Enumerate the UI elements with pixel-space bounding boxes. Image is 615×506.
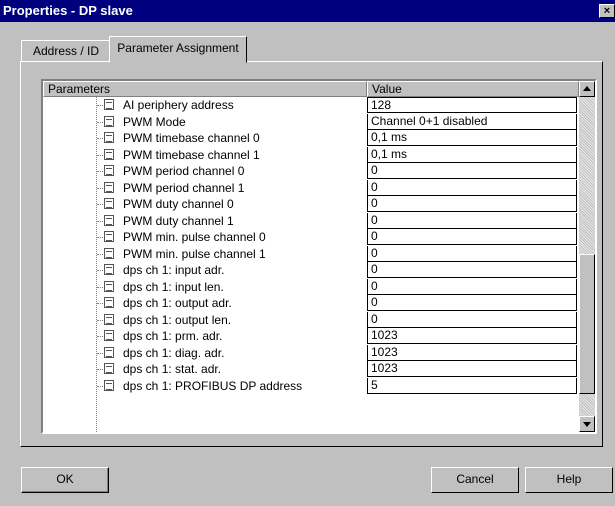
parameter-item-icon <box>104 231 114 242</box>
parameter-name: dps ch 1: output adr. <box>123 296 232 310</box>
table-row[interactable]: PWM duty channel 0 0 <box>43 196 579 213</box>
parameter-item-icon <box>104 280 114 292</box>
tab-parameter-assignment[interactable]: Parameter Assignment <box>109 36 247 63</box>
parameter-list[interactable]: Parameters Value AI periphery address 128… <box>41 79 597 434</box>
parameter-name: PWM period channel 0 <box>123 164 245 178</box>
table-row[interactable]: PWM timebase channel 0 0,1 ms <box>43 130 579 147</box>
vertical-scrollbar[interactable] <box>579 81 595 432</box>
parameter-item-icon <box>104 115 114 127</box>
table-row[interactable]: dps ch 1: input len. 0 <box>43 278 579 296</box>
help-button[interactable]: Help <box>525 467 613 493</box>
parameter-name: PWM min. pulse channel 1 <box>123 246 266 261</box>
parameter-value[interactable]: 0 <box>367 229 577 245</box>
parameter-item-icon <box>104 313 114 325</box>
parameter-name: PWM timebase channel 1 <box>123 147 260 162</box>
scroll-down-arrow-icon <box>583 422 591 427</box>
parameter-name: dps ch 1: diag. adr. <box>123 345 225 360</box>
parameter-name: dps ch 1: input len. <box>123 279 224 294</box>
parameter-value[interactable]: 0,1 ms <box>367 130 577 146</box>
parameter-item-icon <box>104 363 114 374</box>
table-row[interactable]: dps ch 1: output len. 0 <box>43 311 579 329</box>
parameter-item-icon <box>104 330 114 341</box>
parameter-name: PWM duty channel 0 <box>123 197 234 211</box>
table-row[interactable]: PWM Mode Channel 0+1 disabled <box>43 113 579 131</box>
table-row[interactable]: dps ch 1: prm. adr. 1023 <box>43 328 579 345</box>
column-header-value[interactable]: Value <box>367 81 579 97</box>
parameter-rows: AI periphery address 128 PWM Mode Channel … <box>43 97 579 394</box>
table-row[interactable]: PWM period channel 0 0 <box>43 163 579 180</box>
parameter-value[interactable]: 1023 <box>367 328 577 344</box>
scroll-up-arrow-icon <box>583 86 591 91</box>
parameter-value[interactable]: 128 <box>367 97 577 113</box>
parameter-item-icon <box>104 297 114 308</box>
parameter-value[interactable]: 0 <box>367 262 577 278</box>
table-row[interactable]: dps ch 1: output adr. 0 <box>43 295 579 312</box>
parameter-value[interactable]: 0 <box>367 295 577 311</box>
parameter-value[interactable]: 0 <box>367 212 577 229</box>
parameter-item-icon <box>104 247 114 259</box>
parameter-name: AI periphery address <box>123 98 234 112</box>
parameter-item-icon <box>104 165 114 176</box>
parameter-name: dps ch 1: prm. adr. <box>123 329 223 343</box>
table-row[interactable]: PWM min. pulse channel 1 0 <box>43 245 579 263</box>
parameter-item-icon <box>104 99 114 110</box>
ok-button[interactable]: OK <box>21 467 109 493</box>
parameter-item-icon <box>104 148 114 160</box>
parameter-item-icon <box>104 132 114 143</box>
window-title: Properties - DP slave <box>3 3 133 18</box>
table-row[interactable]: PWM min. pulse channel 0 0 <box>43 229 579 246</box>
parameter-name: PWM period channel 1 <box>123 180 245 195</box>
parameter-value[interactable]: Channel 0+1 disabled <box>367 113 577 130</box>
parameter-name: PWM timebase channel 0 <box>123 131 260 145</box>
parameter-value[interactable]: 5 <box>367 377 577 394</box>
parameter-item-icon <box>104 198 114 209</box>
parameter-value[interactable]: 0 <box>367 179 577 196</box>
parameter-name: dps ch 1: stat. adr. <box>123 362 222 376</box>
table-row[interactable]: PWM timebase channel 1 0,1 ms <box>43 146 579 164</box>
parameter-name: PWM min. pulse channel 0 <box>123 230 266 244</box>
parameter-name: PWM duty channel 1 <box>123 213 234 228</box>
parameter-value[interactable]: 0 <box>367 163 577 179</box>
scroll-up-button[interactable] <box>579 81 595 97</box>
parameter-item-icon <box>104 214 114 226</box>
parameter-item-icon <box>104 264 114 275</box>
parameter-value[interactable]: 0 <box>367 311 577 328</box>
scroll-down-button[interactable] <box>579 416 595 432</box>
column-header-parameters[interactable]: Parameters <box>43 81 367 97</box>
table-row[interactable]: PWM duty channel 1 0 <box>43 212 579 230</box>
tab-address-id[interactable]: Address / ID <box>21 40 111 62</box>
table-row[interactable]: dps ch 1: PROFIBUS DP address 5 <box>43 377 579 395</box>
parameter-name: dps ch 1: output len. <box>123 312 232 327</box>
parameter-item-icon <box>104 346 114 358</box>
title-bar[interactable]: Properties - DP slave × <box>0 0 615 22</box>
tab-label: Address / ID <box>32 44 100 58</box>
parameter-value[interactable]: 0 <box>367 245 577 262</box>
parameter-name: PWM Mode <box>123 114 186 129</box>
table-row[interactable]: dps ch 1: stat. adr. 1023 <box>43 361 579 378</box>
scroll-thumb[interactable] <box>579 254 595 394</box>
parameter-value[interactable]: 0 <box>367 278 577 295</box>
cancel-button[interactable]: Cancel <box>431 467 519 493</box>
table-row[interactable]: dps ch 1: diag. adr. 1023 <box>43 344 579 362</box>
parameter-item-icon <box>104 181 114 193</box>
parameter-name: dps ch 1: input adr. <box>123 263 225 277</box>
table-row[interactable]: AI periphery address 128 <box>43 97 579 114</box>
parameter-value[interactable]: 1023 <box>367 344 577 361</box>
parameter-value[interactable]: 0,1 ms <box>367 146 577 163</box>
parameter-value[interactable]: 1023 <box>367 361 577 377</box>
table-row[interactable]: PWM period channel 1 0 <box>43 179 579 197</box>
table-row[interactable]: dps ch 1: input adr. 0 <box>43 262 579 279</box>
close-button[interactable]: × <box>599 4 615 18</box>
parameter-name: dps ch 1: PROFIBUS DP address <box>123 378 303 393</box>
parameter-value[interactable]: 0 <box>367 196 577 212</box>
parameter-item-icon <box>104 379 114 391</box>
tab-label: Parameter Assignment <box>117 41 239 55</box>
